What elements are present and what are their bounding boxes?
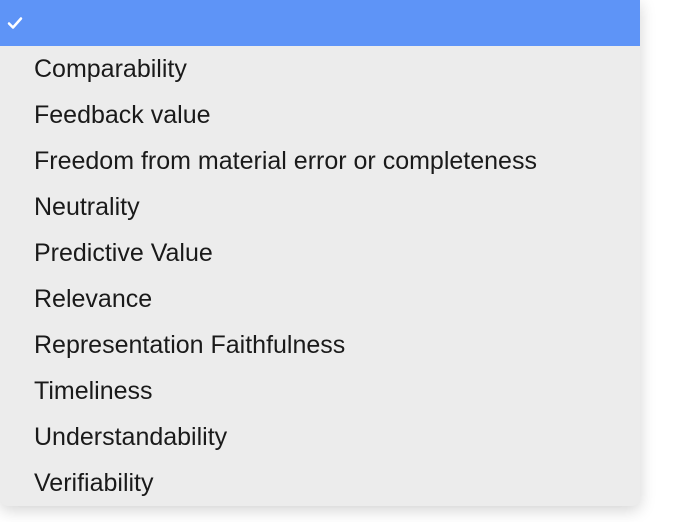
dropdown-item-neutrality[interactable]: Neutrality [0,184,640,230]
dropdown-item-label: Feedback value [34,101,211,130]
dropdown-item-label: Neutrality [34,193,140,222]
dropdown-item-label: Timeliness [34,377,153,406]
dropdown-item-label: Understandability [34,423,227,452]
dropdown-menu[interactable]: Comparability Feedback value Freedom fro… [0,0,640,506]
dropdown-item-label: Representation Faithfulness [34,331,345,360]
dropdown-item-representation-faithfulness[interactable]: Representation Faithfulness [0,322,640,368]
dropdown-item-feedback-value[interactable]: Feedback value [0,92,640,138]
dropdown-item-relevance[interactable]: Relevance [0,276,640,322]
dropdown-item-label: Freedom from material error or completen… [34,147,537,176]
dropdown-item-timeliness[interactable]: Timeliness [0,368,640,414]
dropdown-item-verifiability[interactable]: Verifiability [0,460,640,506]
dropdown-item-freedom-from-material-error[interactable]: Freedom from material error or completen… [0,138,640,184]
dropdown-item-predictive-value[interactable]: Predictive Value [0,230,640,276]
dropdown-item-label: Predictive Value [34,239,213,268]
dropdown-item-comparability[interactable]: Comparability [0,46,640,92]
dropdown-item-label: Relevance [34,285,152,314]
dropdown-item-label: Verifiability [34,469,154,498]
dropdown-item-understandability[interactable]: Understandability [0,414,640,460]
dropdown-item-label: Comparability [34,55,187,84]
dropdown-item-blank[interactable] [0,0,640,46]
checkmark-icon [6,14,24,32]
